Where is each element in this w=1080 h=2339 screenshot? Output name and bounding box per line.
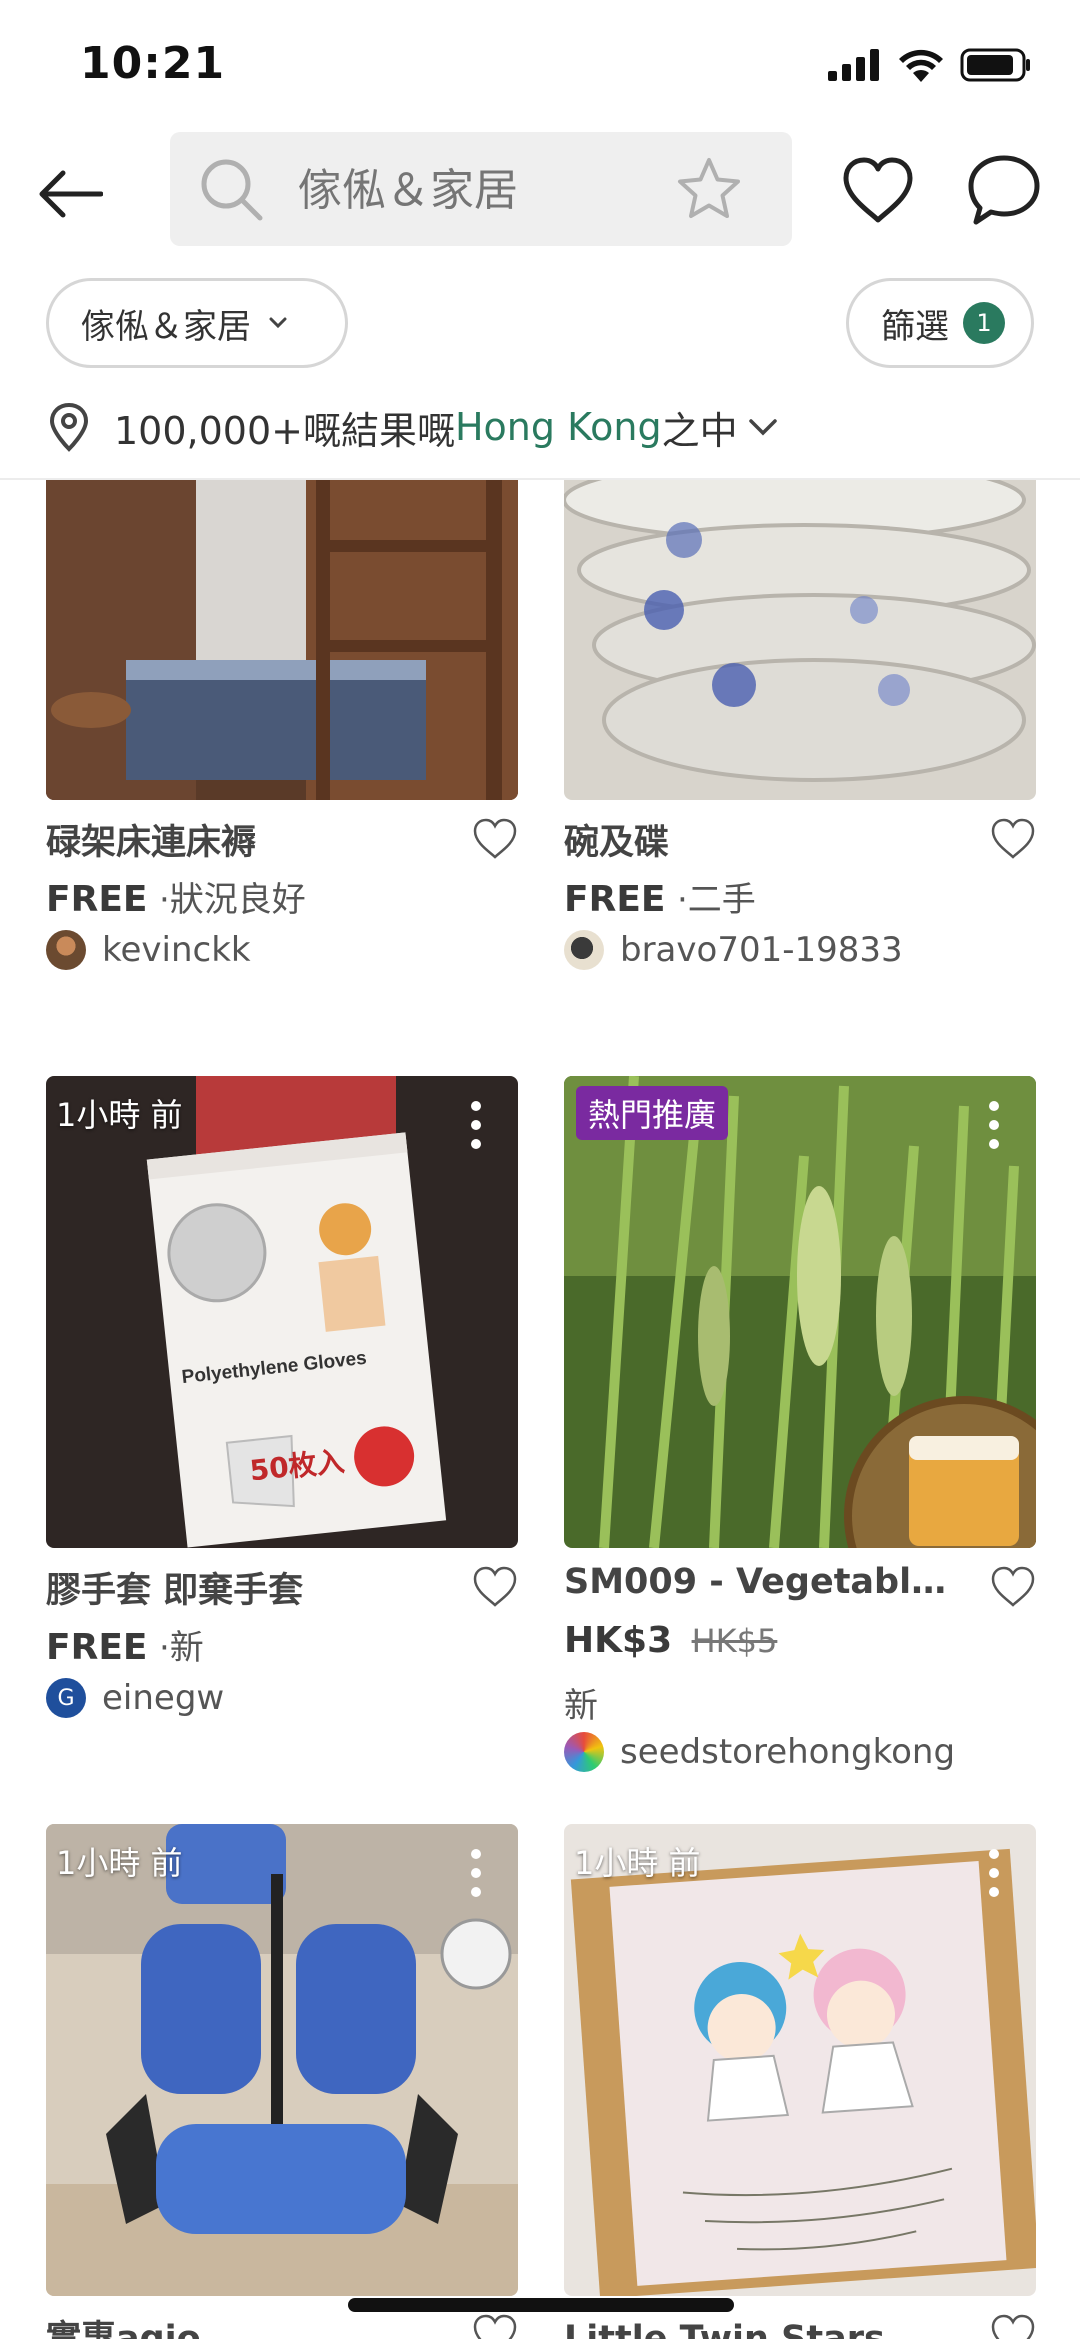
listing-image[interactable] [46,480,518,800]
home-indicator[interactable] [348,2298,734,2312]
price: FREE [46,879,148,920]
listing-image[interactable]: 熱門推廣 [564,1076,1036,1548]
listing-card[interactable]: 熱門推廣 SM009 - Vegetable S... HK$3 HK$5 新 … [564,1076,1036,1776]
seller-name: seedstorehongkong [620,1732,956,1772]
chevron-down-icon [269,317,287,329]
location-name[interactable]: Hong Kong [455,405,662,449]
listing-title[interactable]: 膠手套 即棄手套 [46,1562,446,1613]
wifi-icon [899,49,943,82]
condition: ·狀況良好 [158,880,306,920]
save-search-star-icon[interactable] [674,154,744,224]
chat-bubble-icon[interactable] [966,152,1042,228]
listing-image[interactable]: 1小時 前 [46,1824,518,2296]
location-suffix: 之中 [661,408,738,453]
more-options-icon[interactable] [988,1100,1000,1150]
result-count-text: 100,000+嘅結果嘅 [114,408,455,453]
price-row: HK$3 HK$5 [564,1620,777,1661]
avatar [564,930,604,970]
avatar [46,930,86,970]
chevron-down-icon [748,419,777,436]
seller[interactable]: kevinckk [46,930,251,970]
seller-name: einegw [102,1678,225,1718]
seller[interactable]: bravo701-19833 [564,930,903,970]
category-filter-chip[interactable]: 傢俬＆家居 [46,278,348,368]
more-options-icon[interactable] [988,1848,1000,1898]
avatar-letter: G [57,1685,75,1711]
condition: ·新 [158,1628,204,1668]
listing-title[interactable]: 碌架床連床褥 [46,814,446,865]
like-heart-icon[interactable] [472,816,518,862]
listing-card[interactable]: 碌架床連床褥 FREE ·狀況良好 kevinckk [46,480,518,1000]
like-heart-icon[interactable] [472,1564,518,1610]
promoted-badge: 熱門推廣 [576,1086,729,1140]
status-icons [828,48,1032,82]
filter-button[interactable]: 篩選 1 [846,278,1034,368]
location-selector[interactable]: 100,000+嘅結果嘅 Hong Kong 之中 [48,392,778,462]
original-price: HK$5 [691,1622,778,1660]
seller-name: bravo701-19833 [620,930,903,970]
status-time: 10:21 [80,38,226,89]
seller[interactable]: seedstorehongkong [564,1732,955,1772]
back-arrow-icon [39,170,103,218]
listing-card[interactable]: 1小時 前 實惠agio [46,1824,518,2339]
condition: 新 [564,1686,598,1726]
like-heart-icon[interactable] [472,2312,518,2339]
price-row: FREE ·新 [46,1620,204,1669]
status-bar: 10:21 [0,0,1080,130]
more-options-icon[interactable] [470,1848,482,1898]
back-button[interactable] [30,154,110,234]
search-icon [201,159,263,221]
avatar [564,1732,604,1772]
listing-image[interactable] [564,480,1036,800]
location-pin-icon [49,402,89,452]
like-heart-icon[interactable] [990,816,1036,862]
seller-name: kevinckk [102,930,251,970]
category-chip-label: 傢俬＆家居 [81,306,251,347]
listing-title[interactable]: 碗及碟 [564,814,964,865]
price: FREE [564,879,666,920]
listing-title[interactable]: Little Twin Stars 木盒 [564,2310,964,2339]
battery-icon [960,48,1030,82]
like-heart-icon[interactable] [990,1564,1036,1610]
signal-icon [828,49,879,81]
price: HK$3 [564,1620,673,1661]
like-heart-icon[interactable] [990,2312,1036,2339]
filter-count-badge: 1 [963,302,1005,344]
avatar: G [46,1678,86,1718]
filter-label: 篩選 [881,306,949,347]
price-row: FREE ·狀況良好 [46,872,306,921]
more-options-icon[interactable] [470,1100,482,1150]
condition: ·二手 [676,880,756,920]
listing-time: 1小時 前 [56,1096,183,1134]
listing-image[interactable]: Polyethylene Gloves 50枚入 1小時 前 [46,1076,518,1548]
listing-title[interactable]: 實惠agio [46,2310,446,2339]
listing-time: 1小時 前 [56,1844,183,1882]
search-bar[interactable] [170,132,792,246]
favorites-heart-icon[interactable] [840,152,916,228]
price: FREE [46,1627,148,1668]
listing-card[interactable]: Polyethylene Gloves 50枚入 1小時 前 膠手套 即棄手套 … [46,1076,518,1736]
search-input[interactable] [298,160,638,220]
seller[interactable]: G einegw [46,1678,224,1718]
listing-card[interactable]: 碗及碟 FREE ·二手 bravo701-19833 [564,480,1036,1000]
listing-title[interactable]: SM009 - Vegetable S... [564,1562,964,1602]
listing-image[interactable]: 1小時 前 [564,1824,1036,2296]
search-header [0,130,1080,250]
listing-time: 1小時 前 [574,1844,701,1882]
listing-card[interactable]: 1小時 前 Little Twin Stars 木盒 [564,1824,1036,2339]
price-row: FREE ·二手 [564,872,756,921]
